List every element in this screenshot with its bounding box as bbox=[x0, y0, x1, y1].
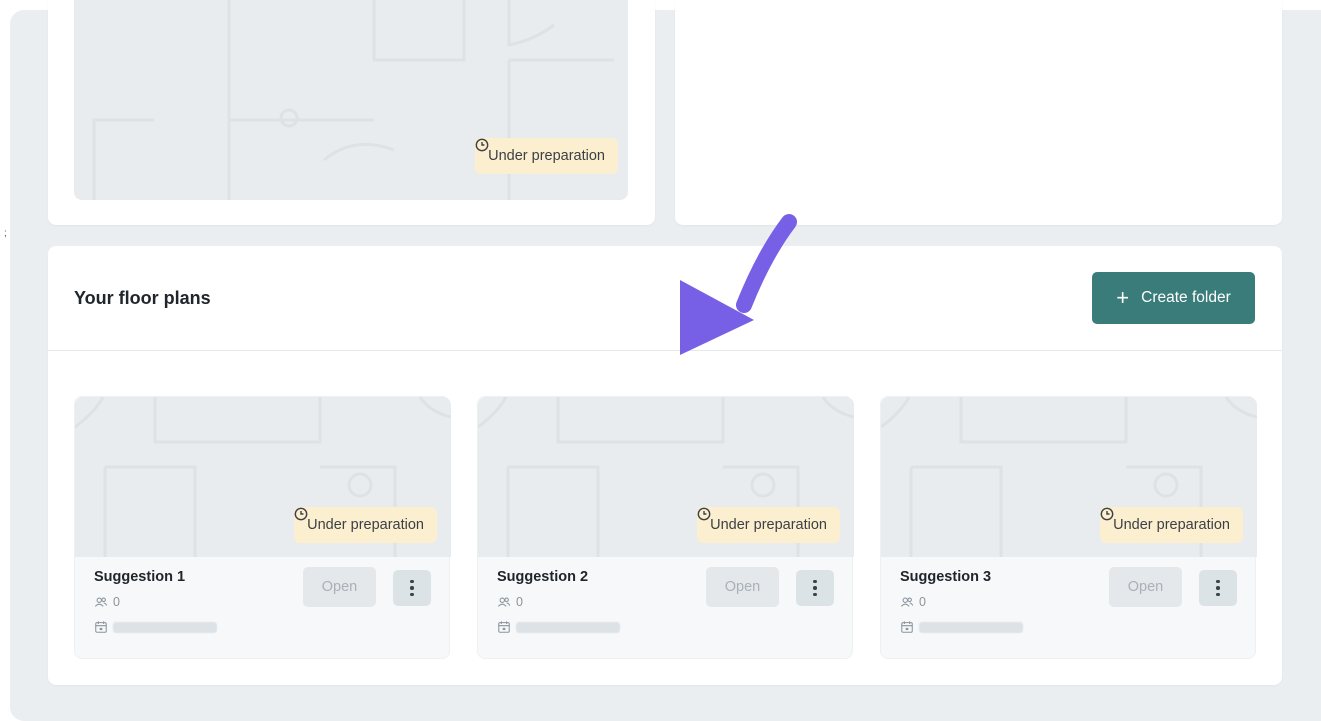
plan-name: Suggestion 3 bbox=[900, 569, 992, 585]
status-badge-label: Under preparation bbox=[307, 517, 424, 533]
calendar-icon bbox=[498, 621, 510, 633]
floor-plan-thumbnail: Under preparation bbox=[478, 397, 854, 557]
users-icon bbox=[497, 597, 511, 607]
status-badge-label: Under preparation bbox=[710, 517, 827, 533]
plan-card[interactable]: Under preparation Suggestion 3 0 Open bbox=[880, 396, 1257, 659]
plan-users: 0 bbox=[497, 595, 523, 609]
top-empty-card bbox=[675, 0, 1282, 225]
create-folder-button[interactable]: + Create folder bbox=[1092, 272, 1255, 324]
open-button[interactable]: Open bbox=[706, 567, 779, 607]
stray-mark: ; bbox=[4, 228, 7, 239]
status-badge: Under preparation bbox=[1100, 507, 1243, 543]
more-options-button[interactable] bbox=[796, 570, 834, 606]
blurred-date bbox=[516, 621, 620, 633]
plan-date bbox=[900, 620, 1023, 634]
plan-name: Suggestion 1 bbox=[94, 569, 186, 585]
section-header: Your floor plans + Create folder bbox=[48, 246, 1282, 351]
more-vertical-icon bbox=[410, 579, 414, 597]
users-icon bbox=[94, 597, 108, 607]
blurred-date bbox=[919, 621, 1023, 633]
status-badge-label: Under preparation bbox=[488, 148, 605, 164]
calendar-icon bbox=[95, 621, 107, 633]
plan-date bbox=[94, 620, 217, 634]
clock-icon bbox=[294, 507, 308, 521]
page-background: Under preparation Your floor plans + Cre… bbox=[10, 0, 1321, 721]
plan-users-count: 0 bbox=[113, 595, 120, 609]
more-vertical-icon bbox=[1216, 579, 1220, 597]
more-options-button[interactable] bbox=[1199, 570, 1237, 606]
floor-plan-thumbnail: Under preparation bbox=[75, 397, 451, 557]
plan-users: 0 bbox=[94, 595, 120, 609]
plan-card[interactable]: Under preparation Suggestion 2 0 Open bbox=[477, 396, 854, 659]
floor-plans-section: Your floor plans + Create folder Under p… bbox=[48, 246, 1282, 685]
blurred-date bbox=[113, 621, 217, 633]
plus-icon: + bbox=[1116, 285, 1130, 310]
plan-users-count: 0 bbox=[516, 595, 523, 609]
top-plan-card: Under preparation bbox=[48, 0, 655, 225]
clock-icon bbox=[1100, 507, 1114, 521]
plan-name: Suggestion 2 bbox=[497, 569, 589, 585]
plan-date bbox=[497, 620, 620, 634]
curved-arrow-icon bbox=[680, 214, 797, 355]
status-badge: Under preparation bbox=[294, 507, 437, 543]
plan-users: 0 bbox=[900, 595, 926, 609]
clock-icon bbox=[697, 507, 711, 521]
status-badge-label: Under preparation bbox=[1113, 517, 1230, 533]
more-options-button[interactable] bbox=[393, 570, 431, 606]
plan-card[interactable]: Under preparation Suggestion 1 0 Open bbox=[74, 396, 451, 659]
plan-users-count: 0 bbox=[919, 595, 926, 609]
clock-icon bbox=[475, 138, 489, 152]
open-button[interactable]: Open bbox=[1109, 567, 1182, 607]
status-badge: Under preparation bbox=[697, 507, 840, 543]
users-icon bbox=[900, 597, 914, 607]
section-title: Your floor plans bbox=[74, 288, 211, 308]
open-button[interactable]: Open bbox=[303, 567, 376, 607]
status-badge: Under preparation bbox=[475, 138, 618, 174]
floor-plan-thumbnail: Under preparation bbox=[881, 397, 1257, 557]
floor-plan-thumbnail: Under preparation bbox=[74, 0, 628, 200]
calendar-icon bbox=[901, 621, 913, 633]
more-vertical-icon bbox=[813, 579, 817, 597]
create-folder-label: Create folder bbox=[1141, 289, 1231, 306]
